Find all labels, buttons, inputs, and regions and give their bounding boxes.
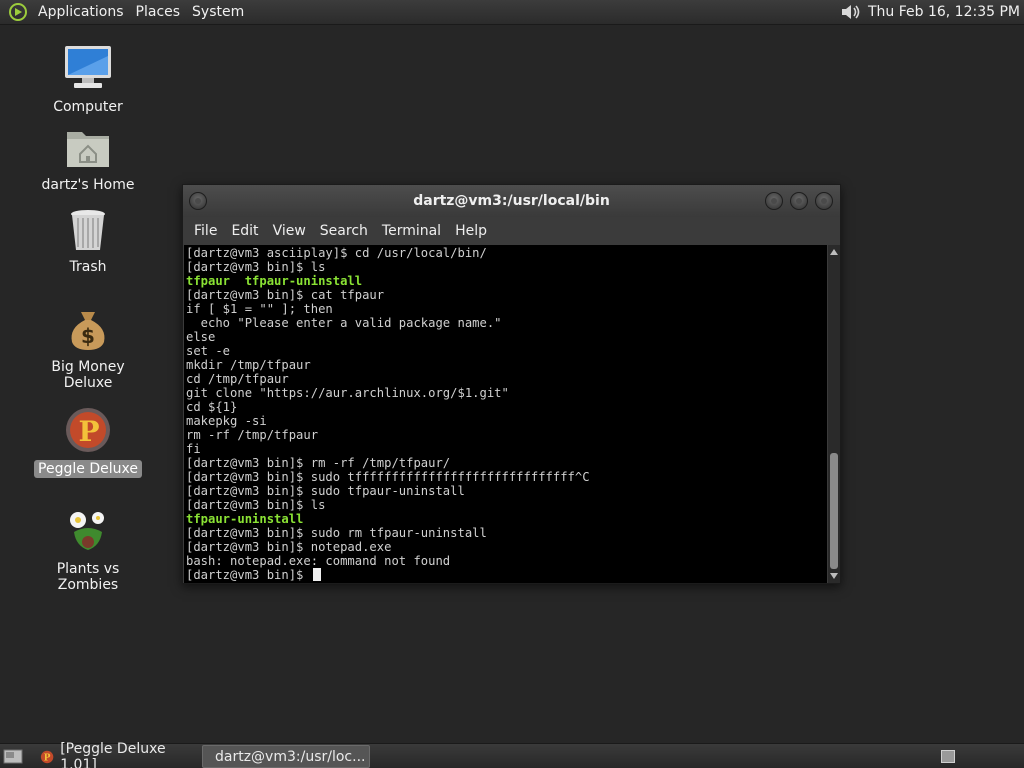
desktop-icon-label: Big Money Deluxe xyxy=(51,359,125,391)
taskbar-item-label: dartz@vm3:/usr/loc... xyxy=(215,748,366,765)
terminal-line: [dartz@vm3 bin]$ cat tfpaur xyxy=(186,288,385,302)
svg-text:P: P xyxy=(44,753,51,763)
desktop-icon-home[interactable]: dartz's Home xyxy=(23,126,153,194)
menu-search[interactable]: Search xyxy=(313,223,375,239)
window-title: dartz@vm3:/usr/local/bin xyxy=(413,193,610,209)
top-panel: Applications Places System Thu Feb 16, 1… xyxy=(0,0,1024,25)
terminal-line: mkdir /tmp/tfpaur xyxy=(186,358,311,372)
system-menu[interactable]: System xyxy=(186,4,250,20)
desktop-icon-big-money[interactable]: $ Big Money Deluxe xyxy=(23,308,153,392)
scroll-up-arrow-icon[interactable] xyxy=(830,249,838,255)
desktop-icon-computer[interactable]: Computer xyxy=(23,44,153,116)
terminal-line: cd /tmp/tfpaur xyxy=(186,372,289,386)
taskbar-item-label: [Peggle Deluxe 1.01] xyxy=(60,740,166,768)
terminal-line: [dartz@vm3 asciiplay]$ cd /usr/local/bin… xyxy=(186,246,487,260)
svg-text:P: P xyxy=(78,415,99,448)
places-menu[interactable]: Places xyxy=(130,4,187,20)
terminal-line: [dartz@vm3 bin]$ notepad.exe xyxy=(186,540,392,554)
desktop-icon-label: Plants vs Zombies xyxy=(56,561,120,593)
terminal-line: echo "Please enter a valid package name.… xyxy=(186,316,502,330)
close-button[interactable] xyxy=(815,192,833,210)
menu-file[interactable]: File xyxy=(187,223,224,239)
menu-help[interactable]: Help xyxy=(448,223,494,239)
scrollbar-thumb[interactable] xyxy=(830,453,838,569)
desktop-icon-label: Peggle Deluxe xyxy=(34,460,142,478)
plants-icon xyxy=(70,512,104,550)
trash-icon xyxy=(71,210,105,250)
home-folder-icon xyxy=(67,132,109,167)
maximize-button[interactable] xyxy=(790,192,808,210)
terminal-line: [dartz@vm3 bin]$ ls xyxy=(186,498,326,512)
terminal-output[interactable]: [dartz@vm3 asciiplay]$ cd /usr/local/bin… xyxy=(184,245,827,583)
peggle-icon: P xyxy=(40,750,54,763)
volume-icon[interactable] xyxy=(840,2,862,22)
terminal-prompt: [dartz@vm3 bin]$ xyxy=(186,568,311,582)
peggle-icon: P xyxy=(66,408,110,452)
applications-menu[interactable]: Applications xyxy=(32,4,130,20)
terminal-line: set -e xyxy=(186,344,231,358)
terminal-line: tfpaur-uninstall xyxy=(186,512,304,526)
terminal-prompt-line[interactable]: [dartz@vm3 bin]$ xyxy=(186,568,827,582)
desktop-icon-trash[interactable]: Trash xyxy=(23,208,153,276)
terminal-line: [dartz@vm3 bin]$ sudo rm tfpaur-uninstal… xyxy=(186,526,487,540)
text-cursor xyxy=(312,568,321,581)
window-titlebar[interactable]: dartz@vm3:/usr/local/bin xyxy=(183,185,840,217)
panel-tray: Thu Feb 16, 12:35 PM xyxy=(840,2,1024,22)
terminal-line: [dartz@vm3 bin]$ sudo tfpaur-uninstall xyxy=(186,484,465,498)
workspace-switcher-icon[interactable] xyxy=(941,750,955,763)
scroll-down-arrow-icon[interactable] xyxy=(830,573,838,579)
terminal-line: bash: notepad.exe: command not found xyxy=(186,554,451,568)
terminal-line: else xyxy=(186,330,216,344)
desktop-icon-pvz[interactable]: Plants vs Zombies xyxy=(23,506,153,594)
terminal-line: [dartz@vm3 bin]$ sudo tfffffffffffffffff… xyxy=(186,470,590,484)
desktop-icon-peggle[interactable]: P Peggle Deluxe xyxy=(23,406,153,478)
distro-logo-icon[interactable] xyxy=(8,2,28,22)
taskbar-item-terminal[interactable]: dartz@vm3:/usr/loc... xyxy=(202,745,370,768)
show-desktop-icon[interactable] xyxy=(3,748,23,765)
terminal-window[interactable]: dartz@vm3:/usr/local/bin File Edit View … xyxy=(182,184,841,584)
menu-view[interactable]: View xyxy=(266,223,313,239)
terminal-line: makepkg -si xyxy=(186,414,267,428)
money-bag-icon: $ xyxy=(71,312,105,350)
terminal-scrollbar[interactable] xyxy=(828,245,840,583)
desktop-icon-label: Computer xyxy=(53,99,123,115)
terminal-menubar: File Edit View Search Terminal Help xyxy=(183,217,840,245)
terminal-line: [dartz@vm3 bin]$ ls xyxy=(186,260,326,274)
menu-terminal[interactable]: Terminal xyxy=(375,223,448,239)
terminal-line: rm -rf /tmp/tfpaur xyxy=(186,428,319,442)
terminal-line: [dartz@vm3 bin]$ rm -rf /tmp/tfpaur/ xyxy=(186,456,451,470)
minimize-button[interactable] xyxy=(765,192,783,210)
desktop-icon-label: Trash xyxy=(69,259,107,275)
clock[interactable]: Thu Feb 16, 12:35 PM xyxy=(868,4,1020,20)
terminal-line: git clone "https://aur.archlinux.org/$1.… xyxy=(186,386,509,400)
window-menu-button[interactable] xyxy=(189,192,207,210)
computer-icon xyxy=(65,46,111,88)
svg-text:$: $ xyxy=(81,324,95,348)
terminal-line: if [ $1 = "" ]; then xyxy=(186,302,333,316)
terminal-line: cd ${1} xyxy=(186,400,238,414)
desktop-icon-label: dartz's Home xyxy=(41,177,135,193)
bottom-panel: P [Peggle Deluxe 1.01] dartz@vm3:/usr/lo… xyxy=(0,741,1024,768)
terminal-line: tfpaur tfpaur-uninstall xyxy=(186,274,363,288)
terminal-line: fi xyxy=(186,442,201,456)
taskbar-item-peggle[interactable]: P [Peggle Deluxe 1.01] xyxy=(34,741,196,768)
menu-edit[interactable]: Edit xyxy=(224,223,265,239)
